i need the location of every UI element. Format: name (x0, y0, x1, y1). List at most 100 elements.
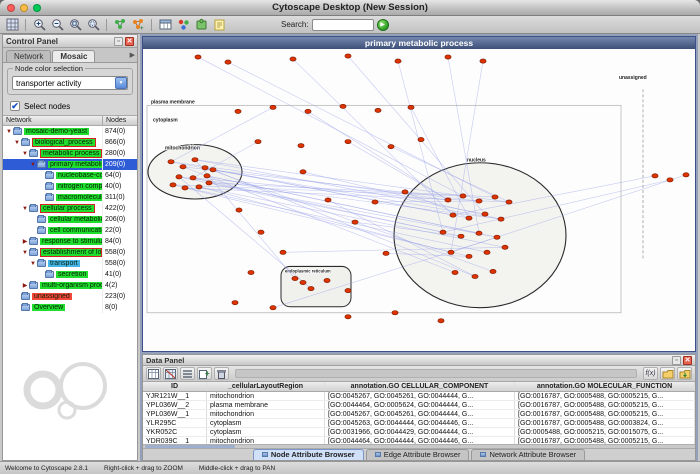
tree-row[interactable]: ▶cell communication22(0) (3, 225, 137, 236)
network-node[interactable] (345, 315, 351, 319)
network-node[interactable] (325, 198, 331, 202)
table-cell[interactable]: [GO:0016787, GO:0005488, GO:0003824, G..… (515, 419, 695, 427)
attribute-list-icon[interactable] (180, 367, 195, 380)
annotation-icon[interactable] (211, 17, 227, 32)
network-node[interactable] (375, 108, 381, 112)
table-cell[interactable]: YPL036W__2 (143, 401, 207, 409)
table-cell[interactable]: [GO:0044464, GO:0005624, GO:0044444, G..… (325, 401, 515, 409)
tree-row[interactable]: ▼metabolic process280(0) (3, 148, 137, 159)
network-node[interactable] (388, 145, 394, 149)
table-cell[interactable]: [GO:0016787, GO:0005488, GO:0005215, G..… (515, 401, 695, 409)
network-node[interactable] (192, 158, 198, 162)
network-tree[interactable]: ▼mosaic-demo-yeast874(0)▼biological_proc… (3, 126, 137, 460)
network-node[interactable] (180, 165, 186, 169)
table-cell[interactable]: mitochondrion (207, 410, 325, 418)
network-node[interactable] (255, 139, 261, 143)
network-node[interactable] (182, 186, 188, 190)
network-node[interactable] (202, 166, 208, 170)
table-row[interactable]: YPL036W__1mitochondrion[GO:0045267, GO:0… (143, 410, 695, 419)
node-color-dropdown[interactable]: transporter activity ▼ (12, 76, 128, 90)
network-node[interactable] (236, 208, 242, 212)
table-cell[interactable]: YJR121W__1 (143, 392, 207, 400)
expander-icon[interactable]: ▼ (29, 162, 37, 168)
new-attribute-icon[interactable]: + (197, 367, 212, 380)
table-cell[interactable]: mitochondrion (207, 437, 325, 444)
tab-scroll-right-icon[interactable]: ▶ (130, 51, 135, 59)
scrollbar-thumb[interactable] (145, 445, 235, 448)
network-node[interactable] (308, 286, 314, 290)
network-node[interactable] (506, 200, 512, 204)
close-panel-icon[interactable]: ✕ (125, 37, 134, 46)
tree-row[interactable]: ▶nitrogen compound metabolic...40(0) (3, 181, 137, 192)
network-node[interactable] (452, 270, 458, 274)
network-node[interactable] (340, 104, 346, 108)
network-node[interactable] (204, 174, 210, 178)
tree-row[interactable]: ▶macromolecule metabolic...311(0) (3, 192, 137, 203)
network-node[interactable] (305, 109, 311, 113)
table-cell[interactable]: [GO:0005488, GO:0005215, GO:0015075, G..… (515, 428, 695, 436)
table-row[interactable]: YDR039C__1mitochondrion[GO:0044464, GO:0… (143, 437, 695, 444)
network-node[interactable] (300, 170, 306, 174)
network-node[interactable] (225, 60, 231, 64)
table-row[interactable]: YKR052Ccytoplasm[GO:0031966, GO:0044429,… (143, 428, 695, 437)
table-cell[interactable]: YDR039C__1 (143, 437, 207, 444)
network-node[interactable] (383, 251, 389, 255)
export-attributes-icon[interactable] (677, 367, 692, 380)
network-node[interactable] (498, 217, 504, 221)
tree-row[interactable]: ▶Overview8(0) (3, 302, 137, 313)
plugins-icon[interactable] (193, 17, 209, 32)
network-node[interactable] (270, 105, 276, 109)
tree-column-network[interactable]: Network (3, 116, 103, 125)
horizontal-scrollbar[interactable] (143, 444, 695, 448)
table-cell[interactable]: cytoplasm (207, 419, 325, 427)
minimize-window-icon[interactable] (20, 4, 28, 12)
session-icon[interactable] (4, 17, 20, 32)
tree-row[interactable]: ▶cellular metabolic process206(0) (3, 214, 137, 225)
table-cell[interactable]: YKR052C (143, 428, 207, 436)
network-node[interactable] (402, 190, 408, 194)
table-cell[interactable]: [GO:0045267, GO:0045261, GO:0044444, G..… (325, 410, 515, 418)
expander-icon[interactable]: ▼ (13, 140, 21, 146)
network-node[interactable] (448, 250, 454, 254)
table-cell[interactable]: YPL036W__1 (143, 410, 207, 418)
tree-row[interactable]: ▶response to stimulus84(0) (3, 236, 137, 247)
network-node[interactable] (476, 199, 482, 203)
new-network-from-selection-icon[interactable]: + (130, 17, 146, 32)
tree-row[interactable]: ▼primary metabolic process209(0) (3, 159, 137, 170)
network-node[interactable] (502, 245, 508, 249)
network-node[interactable] (176, 175, 182, 179)
tab-network-attribute-browser[interactable]: Network Attribute Browser (471, 449, 585, 460)
network-node[interactable] (270, 306, 276, 310)
close-window-icon[interactable] (7, 4, 15, 12)
delete-attribute-icon[interactable] (214, 367, 229, 380)
network-node[interactable] (300, 280, 306, 284)
attribute-table[interactable]: ID _cellularLayoutRegion annotation.GO C… (143, 382, 695, 444)
tree-row[interactable]: ▶nucleobase-containing compound...64(0) (3, 170, 137, 181)
network-node[interactable] (352, 220, 358, 224)
table-cell[interactable]: [GO:0045263, GO:0044444, GO:0044446, G..… (325, 419, 515, 427)
network-node[interactable] (206, 181, 212, 185)
network-canvas[interactable]: plasma membranecytoplasmmitochondrionnuc… (143, 49, 695, 351)
tree-row[interactable]: ▼mosaic-demo-yeast874(0) (3, 126, 137, 137)
network-node[interactable] (324, 278, 330, 282)
table-row[interactable]: YPL036W__2plasma membrane[GO:0044464, GO… (143, 401, 695, 410)
column-header[interactable]: annotation.GO CELLULAR_COMPONENT (325, 382, 515, 391)
network-node[interactable] (667, 178, 673, 182)
network-node[interactable] (490, 269, 496, 273)
float-panel-icon[interactable]: ▫ (672, 356, 681, 365)
network-node[interactable] (392, 311, 398, 315)
network-node[interactable] (345, 139, 351, 143)
expander-icon[interactable]: ▼ (21, 206, 29, 212)
expander-icon[interactable]: ▼ (21, 250, 29, 256)
expander-icon[interactable]: ▶ (21, 282, 29, 289)
network-node[interactable] (248, 270, 254, 274)
network-node[interactable] (472, 274, 478, 278)
network-node[interactable] (460, 194, 466, 198)
table-cell[interactable]: cytoplasm (207, 428, 325, 436)
network-edge[interactable] (308, 111, 448, 200)
network-node[interactable] (345, 288, 351, 292)
search-input[interactable] (312, 19, 374, 31)
network-node[interactable] (484, 250, 490, 254)
table-cell[interactable]: [GO:0016787, GO:0005488, GO:0005215, G..… (515, 410, 695, 418)
table-cell[interactable]: mitochondrion (207, 392, 325, 400)
